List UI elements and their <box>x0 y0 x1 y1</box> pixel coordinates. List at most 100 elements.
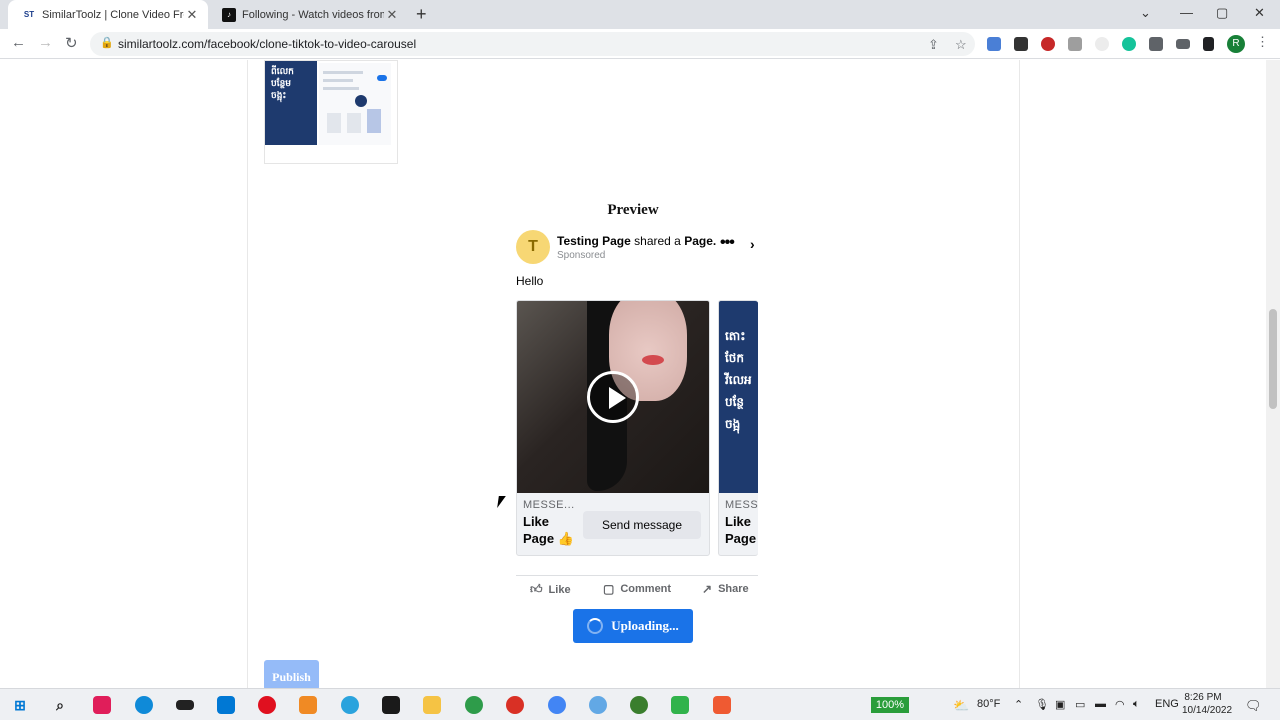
weather-icon[interactable]: ⛅ <box>953 698 969 714</box>
vscode-icon[interactable] <box>217 696 235 714</box>
extension-icon[interactable] <box>1014 37 1028 51</box>
search-icon[interactable]: ⌕ <box>51 696 69 714</box>
globe-icon[interactable] <box>630 696 648 714</box>
settings-extension-icon[interactable] <box>1068 37 1082 51</box>
scrollbar-thumb[interactable] <box>1269 309 1277 409</box>
grammarly-icon[interactable] <box>1122 37 1136 51</box>
zoom-level: 100% <box>871 697 909 713</box>
publish-button[interactable]: Publish <box>264 660 319 688</box>
page-name-link[interactable]: Testing Page <box>557 234 631 248</box>
post-message: Hello <box>516 274 544 288</box>
more-options-icon[interactable]: ••• <box>720 234 735 252</box>
play-icon[interactable] <box>587 371 639 423</box>
edge-icon[interactable] <box>135 696 153 714</box>
card-image: តោះ ថែក វីលេអ បន្ថែ ចង្អុ <box>719 301 758 493</box>
microphone-icon[interactable]: 🎙︎ <box>1035 698 1049 711</box>
card-title: Like Page <box>725 514 757 546</box>
shared-object-link[interactable]: Page. <box>684 234 716 248</box>
windows-start-icon[interactable]: ⊞ <box>11 696 29 714</box>
share-button[interactable]: ↗ Share <box>702 582 749 596</box>
thumbs-up-icon: 👍︎ <box>530 582 543 596</box>
video-thumbnail[interactable] <box>517 301 709 493</box>
minimize-button[interactable]: — <box>1180 5 1193 20</box>
chrome-icon[interactable] <box>506 696 524 714</box>
chevron-up-icon[interactable]: ⌃ <box>1014 698 1023 711</box>
browser-toolbar: ← → ↻ 🔒 similartoolz.com/facebook/clone-… <box>0 29 1280 59</box>
tiktok-favicon: ♪ <box>222 7 236 22</box>
bookmark-star-icon[interactable]: ☆ <box>955 37 967 53</box>
webstorm-icon[interactable] <box>382 696 400 714</box>
comment-icon: ▢ <box>603 582 615 596</box>
uploading-button[interactable]: Uploading... <box>573 609 693 643</box>
thumbnail-text: ពីលេក <box>271 66 294 76</box>
xampp-icon[interactable] <box>299 696 317 714</box>
chrome-icon[interactable] <box>548 696 566 714</box>
tab-tiktok[interactable]: ♪ Following - Watch videos from c ✕ <box>208 0 408 29</box>
tab-similartoolz[interactable]: ST SimilarToolz | Clone Video From ✕ <box>8 0 208 29</box>
battery-icon[interactable]: ▬ <box>1095 698 1106 710</box>
similartoolz-favicon: ST <box>22 7 36 22</box>
time-text: 8:26 PM <box>1184 692 1222 703</box>
thumbnail-text: បន្ថែម <box>271 78 291 88</box>
profile-avatar[interactable]: R <box>1227 35 1245 53</box>
sponsored-label: Sponsored <box>557 250 606 261</box>
camera-icon[interactable]: ▣ <box>1055 698 1065 711</box>
windows-taskbar: ⊞ ⌕ 100% ⛅ 80°F ⌃ 🎙︎ ▣ ▭ ▬ ◠ 🔈︎ ENG 8:26… <box>0 688 1280 720</box>
post-header: Testing Page shared a Page. <box>557 234 716 248</box>
carousel-card[interactable]: MESSE... Like Page 👍 Send message <box>516 300 710 556</box>
url-text: similartoolz.com/facebook/clone-tiktok-t… <box>118 37 417 51</box>
new-tab-button[interactable]: + <box>416 4 427 25</box>
like-button[interactable]: 👍︎ Like <box>530 582 571 597</box>
puzzle-icon[interactable] <box>1149 37 1163 51</box>
chevron-right-icon[interactable]: › <box>750 236 755 252</box>
card-label: MESSE... <box>523 499 575 511</box>
app-icon[interactable] <box>176 700 194 710</box>
page-avatar[interactable]: T <box>516 230 550 264</box>
thumbnail-screenshot <box>319 63 391 145</box>
language-indicator[interactable]: ENG <box>1155 698 1179 710</box>
weather-temp[interactable]: 80°F <box>977 698 1000 710</box>
telegram-icon[interactable] <box>341 696 359 714</box>
clock[interactable]: 8:26 PM 10/14/2022 <box>1182 691 1232 717</box>
thumbnail-text: ចង្អុះ <box>271 90 287 100</box>
file-explorer-icon[interactable] <box>423 696 441 714</box>
vertical-scrollbar[interactable] <box>1266 60 1280 688</box>
recorder-icon[interactable] <box>713 696 731 714</box>
close-tab-icon[interactable]: ✕ <box>184 7 200 23</box>
reload-icon[interactable]: ↻ <box>65 34 78 52</box>
volume-icon[interactable]: 🔈︎ <box>1133 698 1140 711</box>
camtasia-icon[interactable] <box>671 696 689 714</box>
tray-icon[interactable]: ▭ <box>1075 698 1085 711</box>
chrome-icon[interactable] <box>465 696 483 714</box>
share-arrow-icon: ↗ <box>702 582 713 596</box>
close-tab-icon[interactable]: ✕ <box>384 7 400 23</box>
close-window-button[interactable]: ✕ <box>1254 5 1265 21</box>
slack-icon[interactable] <box>93 696 111 714</box>
app-icon[interactable] <box>589 696 607 714</box>
extension-icon[interactable] <box>1095 37 1109 51</box>
translate-extension-icon[interactable] <box>987 37 1001 51</box>
side-panel-icon[interactable] <box>1203 37 1214 51</box>
opera-icon[interactable] <box>258 696 276 714</box>
like-label: Like <box>548 583 571 596</box>
menu-icon[interactable]: ⋮ <box>1256 34 1269 50</box>
media-control-icon[interactable] <box>1176 39 1190 49</box>
send-message-button[interactable]: Send message <box>583 511 701 539</box>
extension-icon[interactable] <box>1041 37 1055 51</box>
share-label: Share <box>718 583 749 595</box>
wifi-icon[interactable]: ◠ <box>1115 698 1125 711</box>
media-thumbnail[interactable]: ពីលេក បន្ថែម ចង្អុះ <box>264 60 398 164</box>
comment-label: Comment <box>620 583 672 595</box>
lock-icon: 🔒 <box>100 37 114 49</box>
preview-heading: Preview <box>607 202 659 218</box>
share-icon[interactable]: ⇪ <box>928 37 939 53</box>
comment-button[interactable]: ▢ Comment <box>603 582 671 596</box>
divider <box>516 575 758 576</box>
notification-icon[interactable]: 🗨︎ <box>1245 698 1262 714</box>
forward-icon[interactable]: → <box>38 34 53 51</box>
address-bar[interactable]: 🔒 similartoolz.com/facebook/clone-tiktok… <box>90 32 975 56</box>
back-icon[interactable]: ← <box>11 34 26 51</box>
tab-search-icon[interactable]: ⌄ <box>1140 5 1151 21</box>
carousel-card[interactable]: តោះ ថែក វីលេអ បន្ថែ ចង្អុ MESSE Like Pag… <box>718 300 758 556</box>
maximize-button[interactable]: ▢ <box>1216 5 1228 21</box>
